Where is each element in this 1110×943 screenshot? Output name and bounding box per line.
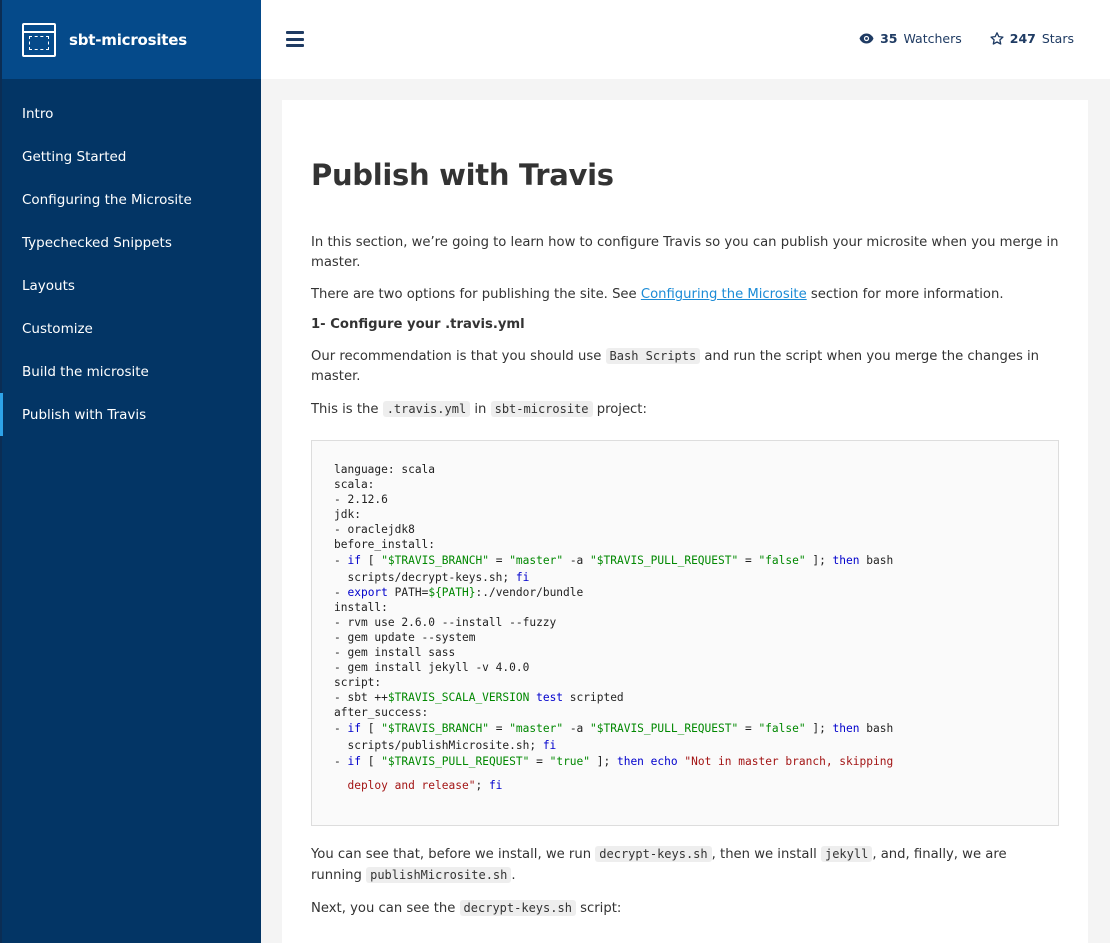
options-text: There are two options for publishing the… <box>311 287 641 302</box>
travis-yml-code-block[interactable]: language: scala scala: - 2.12.6 jdk: - o… <box>311 440 1059 826</box>
sidebar-item-layouts[interactable]: Layouts <box>2 264 261 307</box>
watchers-label: Watchers <box>903 31 962 46</box>
stars-count: 247 <box>1009 31 1036 46</box>
sidebar-item-configuring-the-microsite[interactable]: Configuring the Microsite <box>2 178 261 221</box>
next-text: Next, you can see the <box>311 901 460 916</box>
decrypt-keys-script-code: decrypt-keys.sh <box>459 900 576 916</box>
sbt-microsite-code: sbt-microsite <box>490 401 593 417</box>
sidebar: sbt-microsites Intro Getting Started Con… <box>0 0 261 943</box>
decrypt-keys-code: decrypt-keys.sh <box>595 846 712 862</box>
sidebar-item-publish-with-travis[interactable]: Publish with Travis <box>0 393 261 436</box>
bash-scripts-code: Bash Scripts <box>605 348 701 364</box>
explanation-paragraph: You can see that, before we install, we … <box>311 844 1059 886</box>
stars-label: Stars <box>1041 31 1074 46</box>
this-text-mid: in <box>470 402 491 417</box>
after-text: You can see that, before we install, we … <box>311 847 596 862</box>
watchers-link[interactable]: 35 Watchers <box>859 31 962 46</box>
options-paragraph: There are two options for publishing the… <box>311 285 1059 305</box>
brand-name[interactable]: sbt-microsites <box>69 31 187 49</box>
main-content: Publish with Travis In this section, we’… <box>282 100 1088 943</box>
star-icon <box>990 32 1004 45</box>
this-is-paragraph: This is the .travis.yml in sbt-microsite… <box>311 399 1059 420</box>
after-text-end: . <box>511 868 516 883</box>
page-title: Publish with Travis <box>311 158 614 192</box>
window-icon <box>22 22 56 57</box>
this-text: This is the <box>311 402 383 417</box>
sidebar-nav: Intro Getting Started Configuring the Mi… <box>0 79 261 436</box>
watchers-count: 35 <box>880 31 898 46</box>
eye-icon <box>859 33 874 44</box>
next-paragraph: Next, you can see the decrypt-keys.sh sc… <box>311 898 1059 919</box>
sidebar-item-typechecked-snippets[interactable]: Typechecked Snippets <box>2 221 261 264</box>
repo-stats: 35 Watchers 247 Stars <box>859 31 1074 46</box>
this-text-end: project: <box>592 402 647 417</box>
recommendation-paragraph: Our recommendation is that you should us… <box>311 346 1059 387</box>
configuring-microsite-link[interactable]: Configuring the Microsite <box>641 287 807 302</box>
travis-yml-code: .travis.yml <box>382 401 471 417</box>
rec-text: Our recommendation is that you should us… <box>311 349 606 364</box>
stars-link[interactable]: 247 Stars <box>990 31 1074 46</box>
sidebar-item-customize[interactable]: Customize <box>2 307 261 350</box>
sidebar-item-getting-started[interactable]: Getting Started <box>2 135 261 178</box>
options-text-end: section for more information. <box>806 287 1004 302</box>
sidebar-item-intro[interactable]: Intro <box>2 92 261 135</box>
publish-microsite-code: publishMicrosite.sh <box>366 867 512 883</box>
next-text-end: script: <box>575 901 622 916</box>
brand[interactable]: sbt-microsites <box>2 0 261 79</box>
step1-heading: 1- Configure your .travis.yml <box>311 317 525 332</box>
jekyll-code: jekyll <box>820 846 873 862</box>
sidebar-item-build-the-microsite[interactable]: Build the microsite <box>2 350 261 393</box>
hamburger-menu-icon[interactable] <box>286 31 304 47</box>
intro-paragraph: In this section, we’re going to learn ho… <box>311 235 1059 270</box>
after-text-mid1: , then we install <box>711 847 821 862</box>
top-bar: 35 Watchers 247 Stars <box>261 0 1110 79</box>
